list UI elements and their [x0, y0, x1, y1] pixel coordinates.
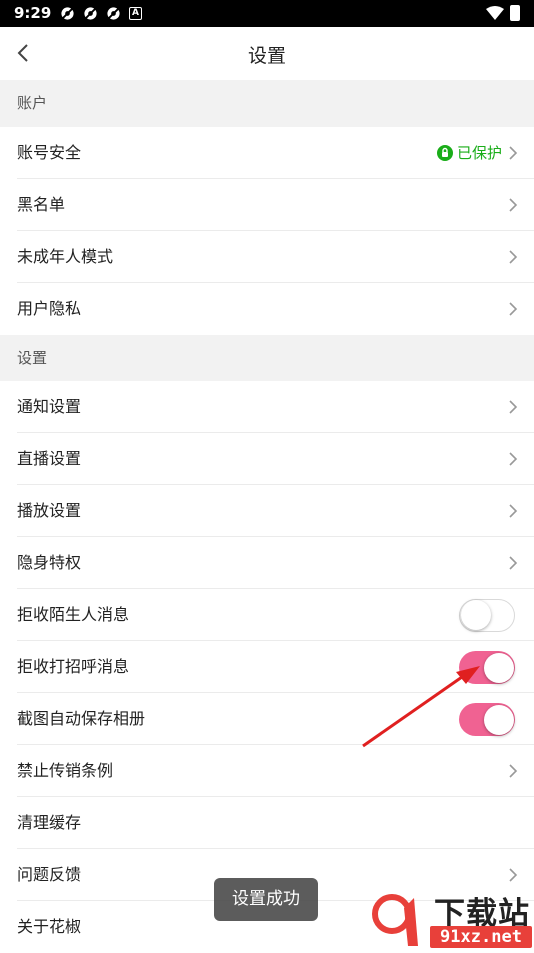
row-label: 通知设置 — [17, 397, 82, 416]
row-playback-settings[interactable]: 播放设置 — [0, 485, 534, 537]
row-reject-greeting-messages: 拒收打招呼消息 — [0, 641, 534, 693]
row-label: 直播设置 — [17, 449, 82, 468]
row-label: 拒收打招呼消息 — [17, 657, 130, 676]
reject-greeting-toggle[interactable] — [459, 651, 515, 684]
chevron-right-icon — [509, 400, 518, 414]
chevron-right-icon — [509, 250, 518, 264]
chevron-right-icon — [509, 868, 518, 882]
row-minor-mode[interactable]: 未成年人模式 — [0, 231, 534, 283]
gear-icon — [84, 7, 97, 20]
row-reject-stranger-messages: 拒收陌生人消息 — [0, 589, 534, 641]
row-invisible-privilege[interactable]: 隐身特权 — [0, 537, 534, 589]
row-label: 问题反馈 — [17, 865, 82, 884]
chevron-right-icon — [509, 146, 518, 160]
watermark-logo — [372, 894, 418, 946]
a-icon: A — [129, 7, 142, 20]
row-blacklist[interactable]: 黑名单 — [0, 179, 534, 231]
row-live-settings[interactable]: 直播设置 — [0, 433, 534, 485]
row-account-security[interactable]: 账号安全 已保护 — [0, 127, 534, 179]
row-user-privacy[interactable]: 用户隐私 — [0, 283, 534, 335]
row-label: 账号安全 — [17, 143, 82, 162]
status-bar: 9:29 A — [0, 0, 534, 27]
row-label: 拒收陌生人消息 — [17, 605, 130, 624]
section-header-settings: 设置 — [0, 335, 534, 382]
chevron-right-icon — [509, 198, 518, 212]
row-label: 关于花椒 — [17, 917, 82, 936]
row-label: 未成年人模式 — [17, 247, 114, 266]
row-label: 截图自动保存相册 — [17, 709, 146, 728]
chevron-right-icon — [509, 764, 518, 778]
gear-icon — [107, 7, 120, 20]
row-screenshot-autosave: 截图自动保存相册 — [0, 693, 534, 745]
row-anti-pyramid-rules[interactable]: 禁止传销条例 — [0, 745, 534, 797]
row-label: 清理缓存 — [17, 813, 82, 832]
lock-icon — [436, 145, 453, 161]
row-label: 播放设置 — [17, 501, 82, 520]
page-title: 设置 — [247, 45, 286, 67]
section-header-account: 账户 — [0, 80, 534, 127]
nav-bar: 设置 — [0, 27, 534, 80]
gear-icon — [61, 7, 74, 20]
watermark-bottom-text: 91xz.net — [430, 926, 532, 948]
protected-status: 已保护 — [436, 127, 502, 179]
status-time: 9:29 — [14, 4, 52, 22]
row-notification-settings[interactable]: 通知设置 — [0, 381, 534, 433]
row-label: 隐身特权 — [17, 553, 82, 572]
reject-stranger-toggle[interactable] — [459, 599, 515, 632]
chevron-right-icon — [509, 452, 518, 466]
wifi-icon — [486, 5, 504, 20]
row-label: 用户隐私 — [17, 299, 82, 318]
toast-message: 设置成功 — [214, 878, 318, 921]
battery-icon — [510, 5, 520, 21]
screenshot-autosave-toggle[interactable] — [459, 703, 515, 736]
chevron-right-icon — [509, 302, 518, 316]
chevron-right-icon — [509, 504, 518, 518]
protected-text: 已保护 — [456, 144, 502, 162]
row-label: 黑名单 — [17, 195, 66, 214]
row-clear-cache[interactable]: 清理缓存 — [0, 797, 534, 849]
watermark: 下载站 91xz.net — [368, 888, 534, 950]
chevron-right-icon — [509, 556, 518, 570]
row-label: 禁止传销条例 — [17, 761, 114, 780]
